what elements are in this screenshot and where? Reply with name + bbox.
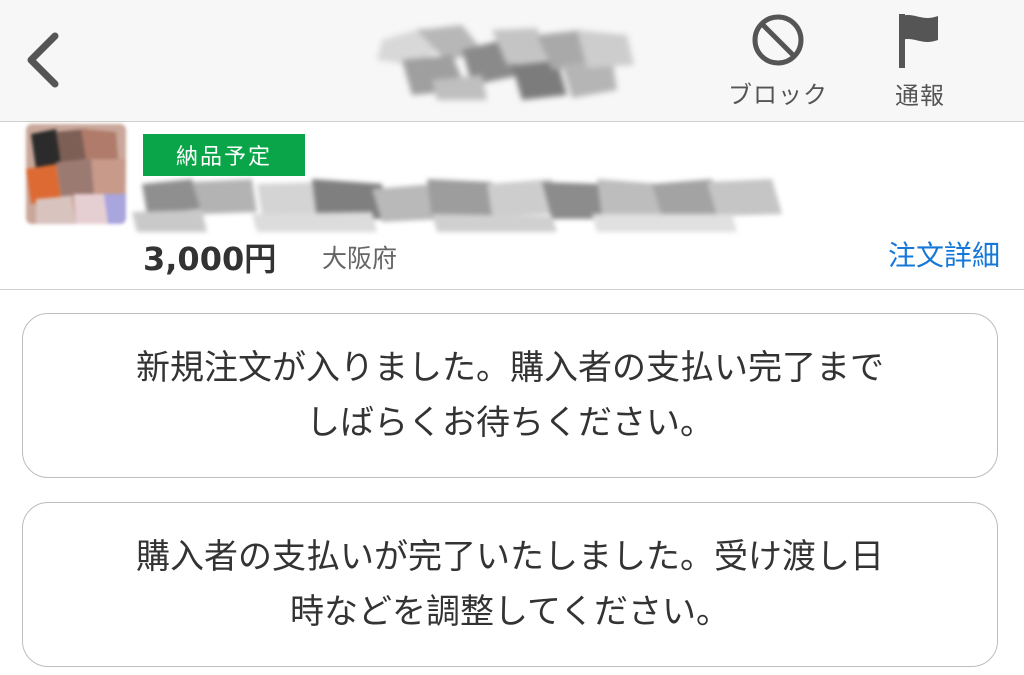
prefecture: 大阪府 <box>322 244 398 273</box>
flag-icon <box>890 10 950 70</box>
message-text-line: 新規注文が入りました。購入者の支払い完了まで <box>136 347 884 388</box>
message-text-line: 時などを調整してください。 <box>290 591 730 632</box>
order-detail-link[interactable]: 注文詳細 <box>888 234 1000 274</box>
status-badge: 納品予定 <box>143 134 305 176</box>
back-button[interactable] <box>18 28 68 92</box>
username-redacted <box>377 25 634 100</box>
report-button[interactable]: 通報 <box>860 10 980 110</box>
chevron-left-icon <box>27 32 59 88</box>
block-label: ブロック <box>728 81 828 109</box>
prohibited-icon <box>748 10 808 69</box>
block-button[interactable]: ブロック <box>718 10 838 110</box>
buyer-avatar <box>26 124 126 224</box>
message-text-line: しばらくお待ちください。 <box>306 402 714 443</box>
order-price: 3,000円 <box>143 240 277 278</box>
message-text-line: 購入者の支払いが完了いたしました。受け渡し日 <box>136 536 884 577</box>
system-message: 購入者の支払いが完了いたしました。受け渡し日 時などを調整してください。 <box>22 502 998 667</box>
report-label: 通報 <box>895 82 945 110</box>
order-summary[interactable]: 納品予定 3,000円 大阪府 注文詳細 <box>0 122 1024 290</box>
system-message: 新規注文が入りました。購入者の支払い完了まで しばらくお待ちください。 <box>22 313 998 478</box>
product-name-redacted <box>132 179 782 232</box>
top-bar: ブロック 通報 <box>0 0 1024 122</box>
